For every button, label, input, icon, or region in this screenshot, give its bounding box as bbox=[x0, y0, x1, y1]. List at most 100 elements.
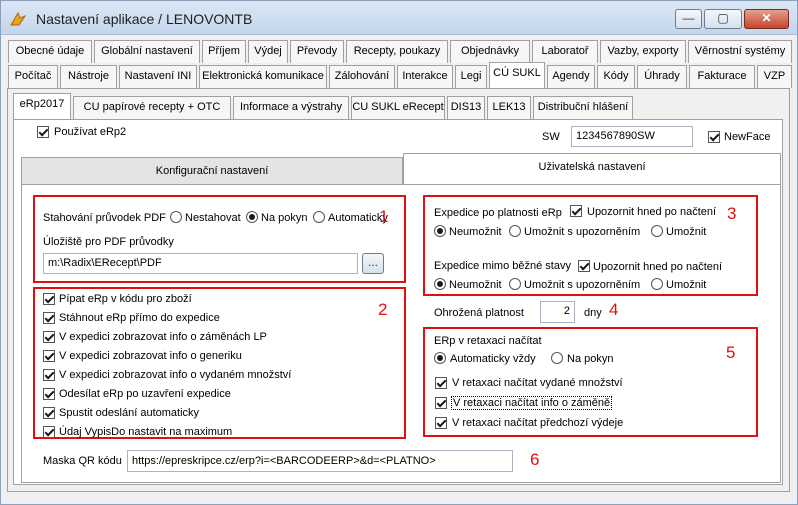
tab-elektronicka-komunikace[interactable]: Elektronická komunikace bbox=[199, 65, 327, 88]
checkbox-odesilat-label: Odesílat eRp po uzavření expedice bbox=[59, 388, 231, 400]
maximize-button[interactable]: ▢ bbox=[704, 9, 742, 29]
radio-umoznit-2-label: Umožnit bbox=[666, 279, 707, 291]
radio-na-pokyn[interactable] bbox=[246, 211, 258, 223]
tab-nastroje[interactable]: Nástroje bbox=[60, 65, 117, 88]
tab-uzivatelska-nastaveni[interactable]: Uživatelská nastavení bbox=[403, 153, 781, 185]
tab-recepty-poukazy[interactable]: Recepty, poukazy bbox=[346, 40, 448, 63]
tab-distribucni-hlaseni[interactable]: Distribuční hlášení bbox=[533, 96, 633, 119]
checkbox-pipat-label: Pípat eRp v kódu pro zboží bbox=[59, 293, 192, 305]
radio-umoznit-upoz-2-label: Umožnit s upozorněním bbox=[524, 279, 641, 291]
radio-automaticky[interactable] bbox=[313, 211, 325, 223]
browse-button[interactable]: ... bbox=[362, 253, 384, 274]
checkbox-spustit[interactable] bbox=[43, 407, 55, 419]
checkbox-mnozstvi[interactable] bbox=[43, 369, 55, 381]
checkbox-retax-zamena-label: V retaxaci načítat info o záměně bbox=[451, 396, 613, 410]
radio-neumoznit-2[interactable] bbox=[434, 278, 446, 290]
tab-globalni-nastaveni[interactable]: Globální nastavení bbox=[94, 40, 200, 63]
newface-checkbox[interactable] bbox=[708, 131, 720, 143]
checkbox-zameny[interactable] bbox=[43, 331, 55, 343]
tab-objednavky[interactable]: Objednávky bbox=[450, 40, 530, 63]
ohrozena-platnost-input[interactable]: 2 bbox=[540, 301, 575, 323]
pouzivat-erp2-checkbox[interactable] bbox=[37, 126, 49, 138]
checkbox-retax-predchozi[interactable] bbox=[435, 417, 447, 429]
checkbox-vypisdo-label: Údaj VypisDo nastavit na maximum bbox=[59, 426, 233, 438]
checkbox-pipat[interactable] bbox=[43, 293, 55, 305]
radio-umoznit-1-label: Umožnit bbox=[666, 226, 707, 238]
radio-umoznit-2[interactable] bbox=[651, 278, 663, 290]
radio-retax-na-pokyn[interactable] bbox=[551, 352, 563, 364]
sw-input[interactable]: 1234567890SW bbox=[571, 126, 693, 147]
radio-neumoznit-1[interactable] bbox=[434, 225, 446, 237]
radio-umoznit-upoz-1[interactable] bbox=[509, 225, 521, 237]
tab-uhrady[interactable]: Úhrady bbox=[637, 65, 687, 88]
tab-cu-papirove-recepty[interactable]: CU papírové recepty + OTC bbox=[73, 96, 231, 119]
checkbox-stahnout[interactable] bbox=[43, 312, 55, 324]
checkbox-mnozstvi-label: V expedici zobrazovat info o vydaném mno… bbox=[59, 369, 292, 381]
sw-label: SW bbox=[542, 131, 560, 143]
newface-label: NewFace bbox=[724, 131, 771, 143]
checkbox-spustit-label: Spustit odeslání automaticky bbox=[59, 407, 200, 419]
checkbox-upozornit-1-label: Upozornit hned po načtení bbox=[587, 206, 717, 218]
tab-agendy[interactable]: Agendy bbox=[547, 65, 595, 88]
tab-nastaveni-ini[interactable]: Nastavení INI bbox=[119, 65, 197, 88]
radio-umoznit-1[interactable] bbox=[651, 225, 663, 237]
checkbox-retax-zamena[interactable] bbox=[435, 397, 447, 409]
tab-legi[interactable]: Legi bbox=[455, 65, 487, 88]
expedice-platnost-label: Expedice po platnosti eRp bbox=[434, 207, 562, 219]
expedice-mimo-label: Expedice mimo běžné stavy bbox=[434, 260, 571, 272]
radio-umoznit-upoz-1-label: Umožnit s upozorněním bbox=[524, 226, 641, 238]
tab-vernostni-systemy[interactable]: Věrnostní systémy bbox=[688, 40, 792, 63]
dny-label: dny bbox=[584, 307, 602, 319]
tab-informace-vystrahy[interactable]: Informace a výstrahy bbox=[233, 96, 349, 119]
tab-interakce[interactable]: Interakce bbox=[397, 65, 453, 88]
window-title: Nastavení aplikace / LENOVONTB bbox=[36, 11, 253, 27]
qr-label: Maska QR kódu bbox=[43, 455, 122, 467]
pdf-path-input[interactable]: m:\Radix\ERecept\PDF bbox=[43, 253, 358, 274]
tab-vzp[interactable]: VZP bbox=[757, 65, 792, 88]
checkbox-retax-mnozstvi[interactable] bbox=[435, 377, 447, 389]
radio-umoznit-upoz-2[interactable] bbox=[509, 278, 521, 290]
marker-4: 4 bbox=[609, 300, 619, 319]
radio-na-pokyn-label: Na pokyn bbox=[261, 212, 308, 224]
checkbox-retax-predchozi-label: V retaxaci načítat předchozí výdeje bbox=[452, 417, 624, 429]
uloziste-label: Úložiště pro PDF průvodky bbox=[43, 236, 174, 248]
tab-erp2017[interactable]: eRp2017 bbox=[13, 93, 71, 119]
app-icon bbox=[10, 11, 27, 26]
checkbox-vypisdo[interactable] bbox=[43, 426, 55, 438]
radio-automaticky-vzdy-label: Automaticky vždy bbox=[450, 353, 536, 365]
tab-konfiguracni-nastaveni[interactable]: Konfigurační nastavení bbox=[21, 157, 403, 185]
checkbox-upozornit-1[interactable] bbox=[570, 205, 582, 217]
tab-pocitac[interactable]: Počítač bbox=[8, 65, 58, 88]
checkbox-retax-mnozstvi-label: V retaxaci načítat vydané množství bbox=[452, 377, 623, 389]
radio-neumoznit-2-label: Neumožnit bbox=[449, 279, 502, 291]
tab-lek13[interactable]: LEK13 bbox=[487, 96, 531, 119]
tab-cu-sukl[interactable]: CÚ SUKL bbox=[489, 62, 545, 88]
radio-nestahovat[interactable] bbox=[170, 211, 182, 223]
radio-neumoznit-1-label: Neumožnit bbox=[449, 226, 502, 238]
checkbox-upozornit-2-label: Upozornit hned po načtení bbox=[593, 261, 723, 273]
tab-zalohovani[interactable]: Zálohování bbox=[329, 65, 395, 88]
marker-2: 2 bbox=[378, 300, 388, 319]
tab-dis13[interactable]: DIS13 bbox=[447, 96, 485, 119]
qr-mask-input[interactable]: https://epreskripce.cz/erp?i=<BARCODEERP… bbox=[127, 450, 513, 472]
retaxace-title: ERp v retaxaci načítat bbox=[434, 335, 542, 347]
tab-prevody[interactable]: Převody bbox=[290, 40, 344, 63]
tab-kody[interactable]: Kódy bbox=[597, 65, 635, 88]
tab-vazby-exporty[interactable]: Vazby, exporty bbox=[600, 40, 686, 63]
checkbox-odesilat[interactable] bbox=[43, 388, 55, 400]
tab-obecne-udaje[interactable]: Obecné údaje bbox=[8, 40, 92, 63]
radio-automaticky-vzdy[interactable] bbox=[434, 352, 446, 364]
checkbox-stahnout-label: Stáhnout eRp přímo do expedice bbox=[59, 312, 220, 324]
checkbox-upozornit-2[interactable] bbox=[578, 260, 590, 272]
tab-cu-sukl-erecept[interactable]: CU SUKL eRecept bbox=[351, 96, 445, 119]
minimize-button[interactable]: — bbox=[675, 9, 702, 29]
tab-fakturace[interactable]: Fakturace bbox=[689, 65, 755, 88]
tab-prijem[interactable]: Příjem bbox=[202, 40, 246, 63]
tab-vydej[interactable]: Výdej bbox=[248, 40, 288, 63]
title-bar: Nastavení aplikace / LENOVONTB — ▢ ✕ bbox=[1, 1, 797, 35]
tab-laborator[interactable]: Laboratoř bbox=[532, 40, 598, 63]
radio-retax-na-pokyn-label: Na pokyn bbox=[567, 353, 614, 365]
checkbox-generikum[interactable] bbox=[43, 350, 55, 362]
close-button[interactable]: ✕ bbox=[744, 9, 789, 29]
pouzivat-erp2-label: Používat eRp2 bbox=[54, 126, 127, 138]
